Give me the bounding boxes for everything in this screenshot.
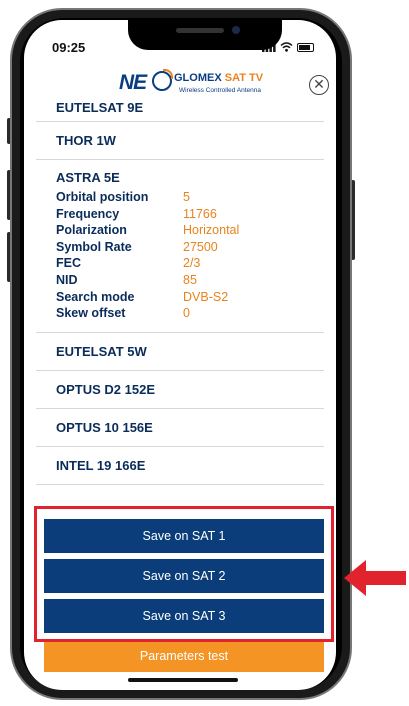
battery-icon [297, 42, 314, 52]
speaker-grille [176, 28, 224, 33]
parameters-test-button[interactable]: Parameters test [44, 640, 324, 672]
param-row: Polarization Horizontal [56, 223, 240, 238]
satellite-item[interactable]: OPTUS D2 152E [36, 371, 324, 409]
logo-orbit-icon [152, 69, 173, 91]
param-row: Search mode DVB-S2 [56, 289, 229, 304]
arrow-left-icon [344, 560, 406, 596]
param-row: FEC 2/3 [56, 256, 201, 271]
satellite-name: ASTRA 5E [56, 170, 120, 185]
param-row: Frequency 11766 [56, 206, 217, 221]
param-row: Skew offset 0 [56, 306, 190, 321]
param-row: NID 85 [56, 272, 197, 287]
phone-notch [128, 20, 282, 50]
brand-name: GLOMEX SAT TV [174, 72, 264, 84]
satellite-item[interactable]: THOR 1W [36, 122, 324, 160]
brand-tagline: Wireless Controlled Antenna [179, 87, 262, 94]
satellite-item[interactable]: EUTELSAT 9E [36, 98, 324, 122]
status-time: 09:25 [52, 40, 86, 55]
wifi-icon [280, 42, 293, 52]
satellite-item-expanded[interactable]: ASTRA 5E Orbital position 5 Frequency 1176… [36, 160, 324, 333]
satellite-item[interactable]: EUTELSAT 5W [36, 333, 324, 371]
highlight-box [34, 506, 334, 642]
param-row: Symbol Rate 27500 [56, 239, 218, 254]
home-indicator[interactable] [128, 678, 238, 682]
logo-mark: NE [119, 71, 147, 94]
close-button[interactable]: ✕ [309, 75, 329, 95]
satellite-item[interactable]: OPTUS 10 156E [36, 409, 324, 447]
param-row: Orbital position 5 [56, 190, 190, 204]
satellite-item[interactable]: INTEL 19 166E [36, 447, 324, 485]
front-camera [232, 26, 240, 34]
app-header: NE GLOMEX SAT TV Wireless Controlled Ant… [24, 68, 336, 102]
satellite-list: EUTELSAT 9E THOR 1W ASTRA 5E Orbital pos… [36, 98, 324, 485]
close-icon: ✕ [313, 76, 325, 92]
